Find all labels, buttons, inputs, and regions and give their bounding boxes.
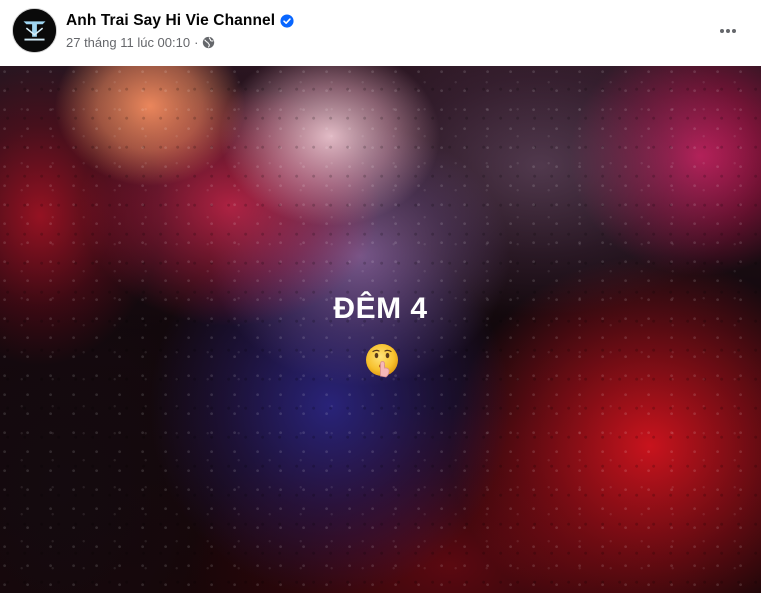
post-meta: Anh Trai Say Hi Vie Channel 27 tháng 11 … <box>66 11 294 51</box>
anh-trai-say-hi-logo-icon <box>13 9 56 52</box>
rain-drops-overlay <box>0 66 761 593</box>
more-options-icon <box>720 29 736 33</box>
globe-icon[interactable] <box>202 36 215 49</box>
post-header: Anh Trai Say Hi Vie Channel 27 tháng 11 … <box>0 0 761 66</box>
post-sub-meta: 27 tháng 11 lúc 00:10 · <box>66 33 294 51</box>
facebook-post: Anh Trai Say Hi Vie Channel 27 tháng 11 … <box>0 0 761 593</box>
meta-separator: · <box>194 34 199 50</box>
page-name-link[interactable]: Anh Trai Say Hi Vie Channel <box>66 12 275 30</box>
post-media-image[interactable]: ĐÊM 4 <box>0 66 761 593</box>
more-options-button[interactable] <box>710 13 746 49</box>
shushing-face-emoji <box>364 342 400 378</box>
name-row: Anh Trai Say Hi Vie Channel <box>66 11 294 31</box>
page-avatar[interactable] <box>12 8 57 53</box>
verified-badge-icon <box>280 14 294 28</box>
post-timestamp[interactable]: 27 tháng 11 lúc 00:10 <box>66 35 190 50</box>
media-caption: ĐÊM 4 <box>333 292 428 325</box>
